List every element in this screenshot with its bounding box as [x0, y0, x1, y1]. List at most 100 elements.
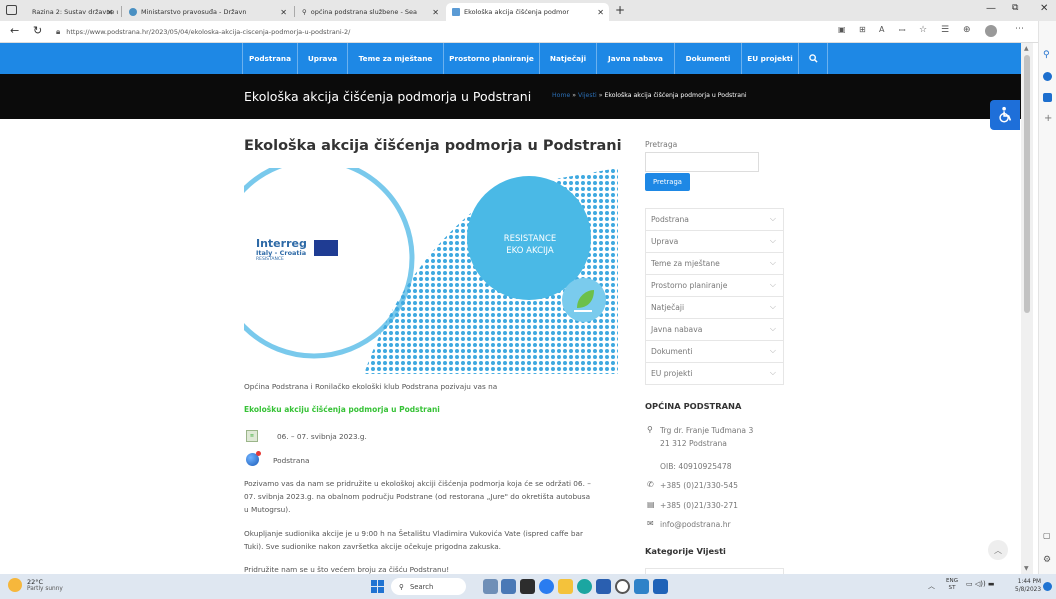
browser-tab-3[interactable]: ⚲ općina podstrana službene - Sea ✕: [296, 3, 444, 21]
network-volume-battery-icons[interactable]: ▭ ◁)) ▬: [966, 580, 995, 588]
browser-tab-strip: Razina 2: Sustav državne uprave ✕ Minist…: [0, 0, 1056, 21]
article-paragraph-2-line-2: Tuki). Sve sudionike nakon završetka akc…: [244, 542, 501, 551]
article-intro: Općina Podstrana i Ronilačko ekološki kl…: [244, 382, 498, 391]
url-field[interactable]: 🔒︎ https://www.podstrana.hr/2023/05/04/e…: [56, 24, 816, 40]
chevron-down-icon: ⌵: [769, 280, 776, 289]
nav-podstrana[interactable]: Podstrana: [242, 43, 297, 74]
nav-natjecaji[interactable]: Natječaji: [539, 43, 596, 74]
search-input[interactable]: [645, 152, 759, 172]
article-highlight: Ekološku akciju čišćenja podmorja u Pods…: [244, 405, 440, 414]
lock-icon: 🔒︎: [56, 27, 61, 36]
show-hidden-icons[interactable]: ︿: [928, 581, 935, 591]
page-scrollbar[interactable]: ▲ ▼: [1021, 43, 1033, 574]
collections-icon[interactable]: ⊕: [963, 25, 971, 35]
wheelchair-icon: [999, 106, 1012, 123]
address-line-1: Trg dr. Franje Tuđmana 3: [660, 426, 754, 435]
taskbar-app-widgets-icon[interactable]: [501, 579, 516, 594]
favorites-list-icon[interactable]: ☰: [941, 25, 949, 35]
taskbar-search[interactable]: ⚲ Search: [391, 578, 466, 595]
edge-sidebar: ⚲ + ▢ ⚙: [1038, 21, 1056, 574]
weather-widget[interactable]: 22°C Partly sunny: [8, 578, 63, 592]
sidebar-menu-eu-projekti[interactable]: EU projekti ⌵: [645, 363, 784, 385]
taskbar-app-teams-icon[interactable]: [634, 579, 649, 594]
scroll-up-arrow[interactable]: ▲: [1024, 45, 1029, 52]
site-navigation: Podstrana Uprava Teme za mještane Prosto…: [0, 43, 1021, 74]
immersive-reader-icon[interactable]: ꟷ: [899, 25, 906, 36]
more-menu-icon[interactable]: ⋯: [1015, 24, 1024, 34]
article-paragraph-1-line-2: 07. svibnja 2023.g. na obalnom području …: [244, 492, 591, 501]
sidebar-menu-dokumenti[interactable]: Dokumenti ⌵: [645, 341, 784, 363]
page-title-band: Ekološka akcija čišćenja podmorja u Pods…: [0, 74, 1021, 119]
tab-actions-icon[interactable]: [6, 5, 17, 15]
taskbar-app-outlook-icon[interactable]: [653, 579, 668, 594]
breadcrumb-home[interactable]: Home: [552, 92, 570, 99]
search-icon[interactable]: ⚲: [1043, 50, 1050, 60]
app-available-icon[interactable]: ⊞: [859, 25, 866, 34]
close-icon[interactable]: ✕: [280, 8, 287, 17]
minimize-button[interactable]: —: [986, 3, 996, 14]
calendar-icon: ≡: [246, 430, 258, 442]
sidebar-menu-teme-za-mjestane[interactable]: Teme za mještane ⌵: [645, 253, 784, 275]
chevron-down-icon: ⌵: [769, 214, 776, 223]
close-icon[interactable]: ✕: [597, 8, 604, 17]
restore-button[interactable]: ⧉: [1012, 3, 1018, 13]
taskbar-app-store-icon[interactable]: [596, 579, 611, 594]
browser-tab-1[interactable]: Razina 2: Sustav državne uprave ✕: [22, 3, 118, 21]
browser-tab-4-active[interactable]: Ekološka akcija čišćenja podmor ✕: [446, 3, 609, 21]
settings-icon[interactable]: ⚙: [1043, 555, 1051, 565]
refresh-button[interactable]: ↻: [33, 24, 42, 37]
nav-prostorno-planiranje[interactable]: Prostorno planiranje: [443, 43, 539, 74]
chevron-down-icon: ⌵: [769, 324, 776, 333]
nav-eu-projekti[interactable]: EU projekti: [741, 43, 798, 74]
sidebar-menu-prostorno-planiranje[interactable]: Prostorno planiranje ⌵: [645, 275, 784, 297]
sidebar-menu-natjecaji[interactable]: Natječaji ⌵: [645, 297, 784, 319]
nav-javna-nabava[interactable]: Javna nabava: [596, 43, 674, 74]
nav-dokumenti[interactable]: Dokumenti: [674, 43, 741, 74]
address-bar-row: ← ↻ 🔒︎ https://www.podstrana.hr/2023/05/…: [0, 21, 1056, 43]
scroll-down-arrow[interactable]: ▼: [1024, 565, 1029, 572]
close-icon[interactable]: ✕: [106, 8, 113, 17]
email-link[interactable]: info@podstrana.hr: [660, 520, 731, 529]
browser-tab-2[interactable]: Ministarstvo pravosuđa - Državn ✕: [123, 3, 292, 21]
shopping-icon[interactable]: [1043, 72, 1052, 81]
taskbar-app-files-icon[interactable]: [520, 579, 535, 594]
taskbar-app-explorer-icon[interactable]: [558, 579, 573, 594]
notification-badge[interactable]: [1043, 582, 1052, 591]
taskbar-app-photos-icon[interactable]: [483, 579, 498, 594]
tools-icon[interactable]: [1043, 93, 1052, 102]
new-tab-button[interactable]: +: [615, 3, 625, 17]
taskbar-app-edge-icon[interactable]: [577, 579, 592, 594]
clock[interactable]: 1:44 PM 5/8/2023: [1015, 578, 1041, 594]
oib: OIB: 40910925478: [660, 462, 732, 471]
back-button[interactable]: ←: [10, 24, 19, 37]
event-location: Podstrana: [273, 456, 310, 465]
start-button[interactable]: [371, 580, 384, 593]
taskbar-app-chrome-icon[interactable]: [615, 579, 630, 594]
taskbar-app-chat-icon[interactable]: [539, 579, 554, 594]
profile-avatar[interactable]: [985, 25, 997, 37]
add-icon[interactable]: +: [1044, 113, 1052, 124]
back-to-top-button[interactable]: ︿: [988, 540, 1008, 560]
sidebar-menu-podstrana[interactable]: Podstrana ⌵: [645, 209, 784, 231]
favorite-icon[interactable]: ☆: [919, 25, 927, 35]
scrollbar-thumb[interactable]: [1024, 55, 1030, 313]
text-size-icon[interactable]: A: [879, 25, 884, 34]
language-indicator[interactable]: ENG ST: [946, 578, 958, 592]
close-icon[interactable]: ✕: [432, 8, 439, 17]
sidebar-layout-icon[interactable]: ▢: [1043, 531, 1051, 540]
phone-number[interactable]: +385 (0)21/330-545: [660, 481, 738, 490]
sidebar-menu-uprava[interactable]: Uprava ⌵: [645, 231, 784, 253]
accessibility-button[interactable]: [990, 100, 1020, 130]
breadcrumb-news[interactable]: Vijesti: [578, 92, 597, 99]
globe-pin-icon: [246, 451, 261, 466]
search-icon[interactable]: [798, 43, 828, 74]
read-aloud-icon[interactable]: ▣: [838, 25, 846, 34]
partly-sunny-icon: [8, 578, 22, 592]
close-window-button[interactable]: ✕: [1040, 3, 1048, 14]
search-button[interactable]: Pretraga: [645, 173, 690, 191]
sidebar-menu-javna-nabava[interactable]: Javna nabava ⌵: [645, 319, 784, 341]
breadcrumb-current: Ekološka akcija čišćenja podmorja u Pods…: [604, 92, 747, 99]
nav-teme-za-mjestane[interactable]: Teme za mještane: [347, 43, 443, 74]
nav-uprava[interactable]: Uprava: [297, 43, 347, 74]
chevron-down-icon: ⌵: [769, 346, 776, 355]
